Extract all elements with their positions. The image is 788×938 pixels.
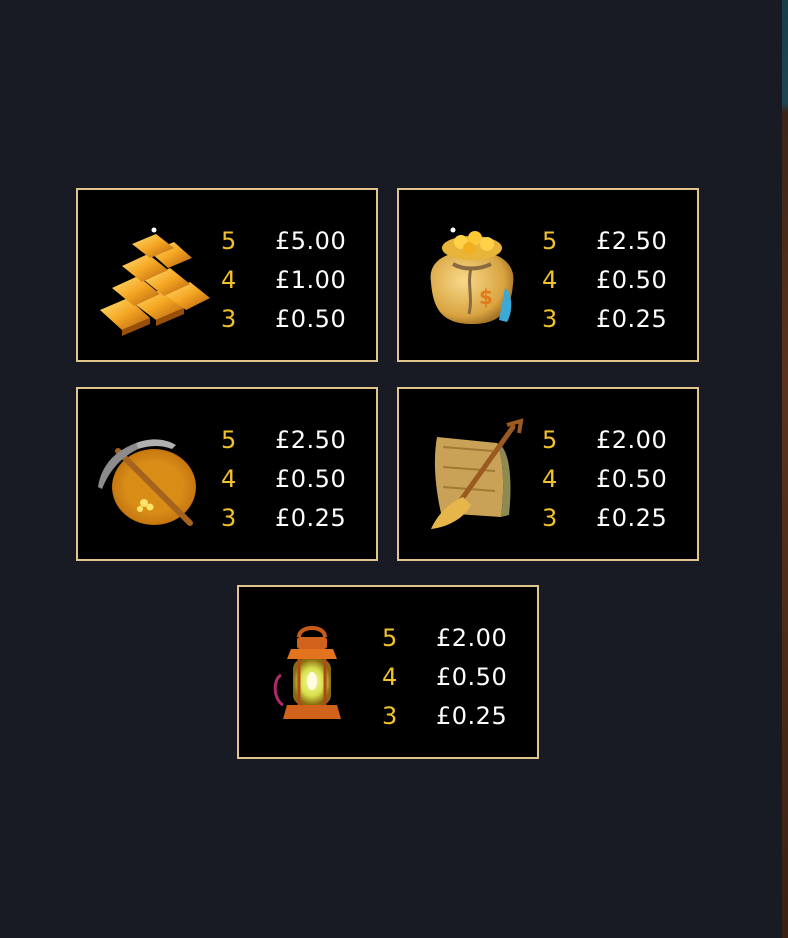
lantern-icon <box>253 615 371 733</box>
match-count: 4 <box>542 465 558 493</box>
payout-amount: £0.25 <box>596 504 668 532</box>
match-count: 4 <box>221 465 237 493</box>
match-count: 3 <box>382 702 398 730</box>
svg-text:$: $ <box>479 285 493 309</box>
match-count: 5 <box>382 624 398 652</box>
payout-amount: £0.25 <box>436 702 508 730</box>
match-count: 5 <box>221 227 237 255</box>
pay-row: 4 £0.50 <box>382 662 522 692</box>
pay-row: 3 £0.25 <box>542 304 682 334</box>
pay-row: 3 £0.25 <box>382 701 522 731</box>
match-count: 3 <box>542 504 558 532</box>
paytable-card-money-bag: $ 5 £2.50 4 £0.50 3 £0.25 <box>397 188 699 362</box>
payout-amount: £5.00 <box>275 227 347 255</box>
pay-row: 3 £0.25 <box>221 503 361 533</box>
payout-amount: £0.50 <box>436 663 508 691</box>
pay-row: 3 £0.50 <box>221 304 361 334</box>
pay-row: 4 £0.50 <box>542 464 682 494</box>
match-count: 5 <box>542 426 558 454</box>
pay-row: 3 £0.25 <box>542 503 682 533</box>
payout-amount: £1.00 <box>275 266 347 294</box>
money-bag-icon: $ <box>413 218 531 336</box>
payout-amount: £2.00 <box>436 624 508 652</box>
pay-row: 5 £2.50 <box>542 226 682 256</box>
payout-amount: £2.00 <box>596 426 668 454</box>
payout-amount: £0.50 <box>275 305 347 333</box>
match-count: 4 <box>221 266 237 294</box>
paytable-card-lantern: 5 £2.00 4 £0.50 3 £0.25 <box>237 585 539 759</box>
pay-row: 5 £2.50 <box>221 425 361 455</box>
pay-row: 5 £2.00 <box>382 623 522 653</box>
right-edge-strip <box>782 0 788 938</box>
map-shovel-icon <box>413 417 531 535</box>
paytable-card-pickaxe-pan: 5 £2.50 4 £0.50 3 £0.25 <box>76 387 378 561</box>
match-count: 5 <box>221 426 237 454</box>
match-count: 4 <box>542 266 558 294</box>
match-count: 3 <box>221 305 237 333</box>
pay-row: 5 £2.00 <box>542 425 682 455</box>
pickaxe-pan-icon <box>92 417 210 535</box>
payout-amount: £0.50 <box>596 465 668 493</box>
gold-bars-icon <box>92 218 210 336</box>
match-count: 5 <box>542 227 558 255</box>
payout-amount: £0.50 <box>275 465 347 493</box>
paytable-card-map-shovel: 5 £2.00 4 £0.50 3 £0.25 <box>397 387 699 561</box>
pay-row: 4 £0.50 <box>221 464 361 494</box>
match-count: 4 <box>382 663 398 691</box>
payout-amount: £0.25 <box>596 305 668 333</box>
match-count: 3 <box>221 504 237 532</box>
payout-amount: £0.25 <box>275 504 347 532</box>
match-count: 3 <box>542 305 558 333</box>
paytable-card-gold-bars: 5 £5.00 4 £1.00 3 £0.50 <box>76 188 378 362</box>
pay-row: 4 £0.50 <box>542 265 682 295</box>
pay-row: 5 £5.00 <box>221 226 361 256</box>
payout-amount: £0.50 <box>596 266 668 294</box>
payout-amount: £2.50 <box>596 227 668 255</box>
payout-amount: £2.50 <box>275 426 347 454</box>
pay-row: 4 £1.00 <box>221 265 361 295</box>
